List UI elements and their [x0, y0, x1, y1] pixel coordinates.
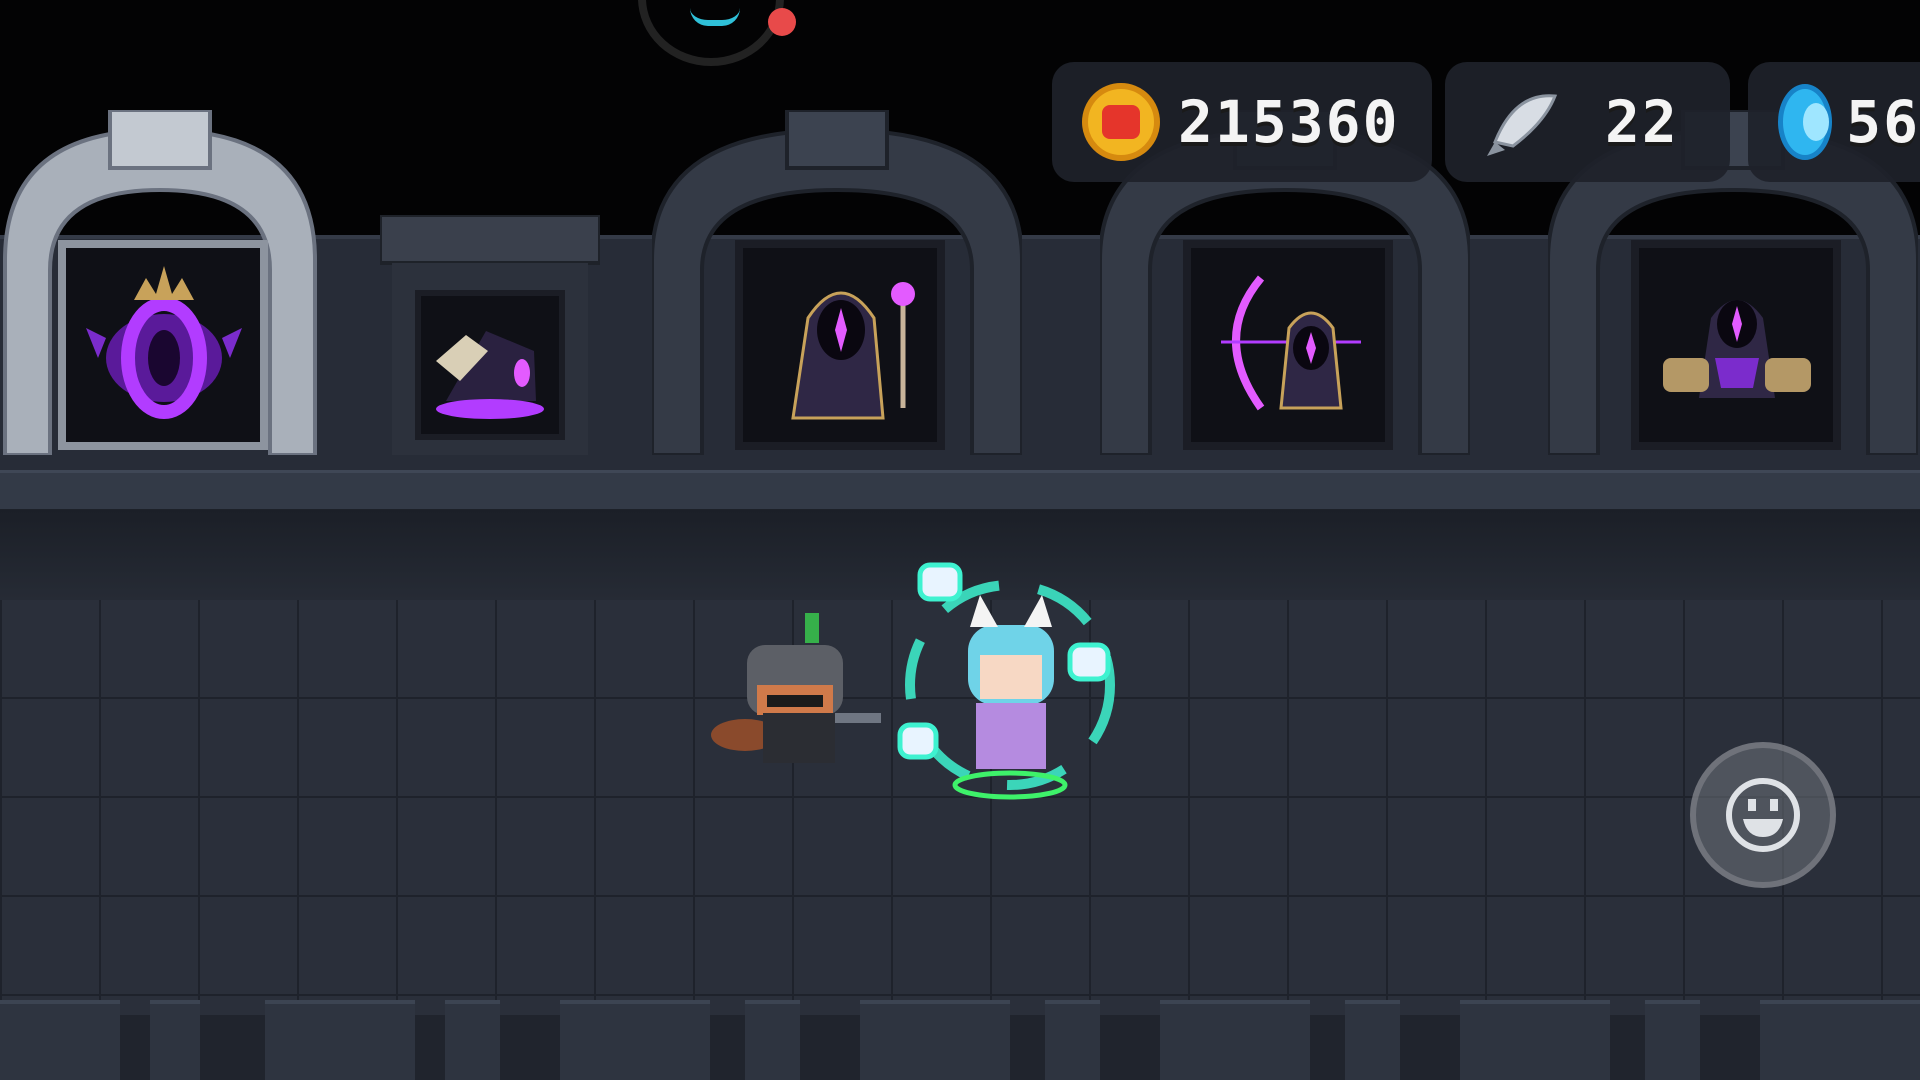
front-wall-block — [445, 1000, 500, 1080]
item-frame — [1183, 240, 1393, 450]
void-portal-icon — [86, 266, 242, 419]
display-stand-2[interactable] — [378, 213, 602, 455]
blue-gem-icon — [1778, 84, 1833, 160]
gold-counter: 215360 — [1052, 62, 1432, 182]
gold-amount: 215360 — [1178, 88, 1400, 156]
emote-button[interactable] — [1690, 742, 1836, 888]
front-wall-block — [1460, 1000, 1610, 1080]
display-alcove-3[interactable] — [652, 110, 1022, 455]
front-wall-block — [560, 1000, 710, 1080]
fish-amount: 22 — [1605, 88, 1679, 156]
cat-eared-priestess-character — [897, 562, 1115, 800]
front-wall-block — [265, 1000, 415, 1080]
record-dot-icon — [768, 8, 796, 36]
wizard-hat-icon — [436, 331, 544, 419]
hooded-mage-icon — [791, 282, 915, 420]
display-alcove-1[interactable] — [0, 110, 345, 455]
gem-counter: 56 — [1748, 62, 1920, 182]
raccoon-knight-character — [711, 613, 881, 763]
fish-counter: 22 — [1445, 62, 1730, 182]
front-wall-block — [1160, 1000, 1310, 1080]
wall-ledge — [0, 470, 1920, 513]
smile-face-icon — [1726, 778, 1800, 852]
gem-amount: 56 — [1846, 88, 1920, 156]
hooded-archer-icon — [1221, 275, 1361, 411]
front-wall-block — [745, 1000, 800, 1080]
item-frame — [58, 240, 268, 450]
front-wall-block — [150, 1000, 200, 1080]
front-wall-block — [1045, 1000, 1100, 1080]
fish-icon — [1487, 94, 1558, 156]
game-scene: 215360 22 56 — [0, 0, 1920, 1080]
item-frame — [1631, 240, 1841, 450]
front-wall-block — [1345, 1000, 1400, 1080]
front-wall-block — [860, 1000, 1010, 1080]
front-wall-block — [1645, 1000, 1700, 1080]
front-wall-block — [0, 1000, 120, 1080]
hooded-rogue-icon — [1663, 300, 1811, 398]
front-wall-block — [1760, 1000, 1920, 1080]
item-frame — [735, 240, 945, 450]
gold-coin-icon — [1082, 83, 1160, 161]
